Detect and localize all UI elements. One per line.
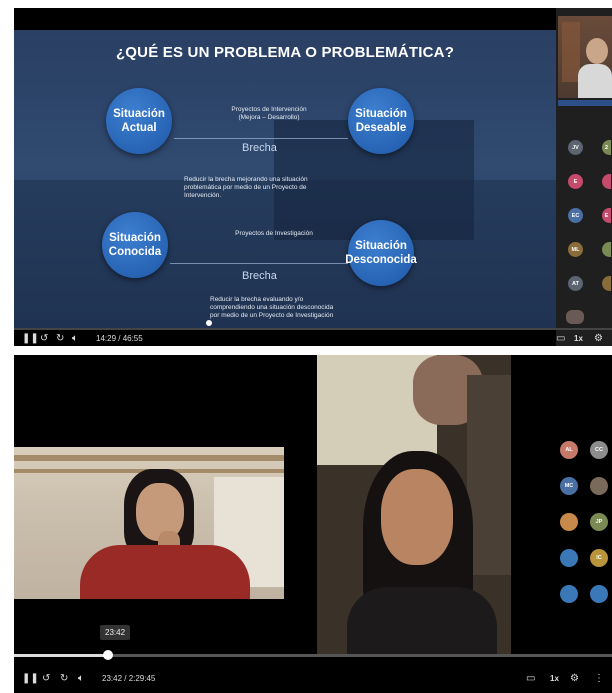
participant-avatar[interactable]: MC (560, 477, 578, 495)
top-video-player[interactable]: ¿QUÉ ES UN PROBLEMA O PROBLEMÁTICA? Situ… (14, 8, 612, 346)
participant-avatar-photo[interactable] (566, 310, 584, 324)
time-display: 23:42 / 2:29:45 (102, 674, 156, 683)
participant-avatar-photo[interactable] (560, 513, 578, 531)
slide-indicator-dot[interactable] (206, 320, 212, 326)
participant-avatar-partial[interactable]: E (602, 208, 611, 223)
participant-avatar[interactable]: JP (590, 513, 608, 531)
playback-speed[interactable]: 1x (550, 674, 559, 683)
rewind-10-icon[interactable]: ↺ (42, 673, 50, 684)
label-proyectos-investigacion: Proyectos de Investigación (235, 230, 313, 237)
speaker-shirt (578, 64, 612, 98)
circle-situacion-actual: Situación Actual (106, 88, 172, 154)
participant-avatar[interactable]: ML (568, 242, 583, 257)
volume-icon[interactable]: 🔈︎ (78, 673, 84, 684)
playback-speed[interactable]: 1x (574, 334, 583, 343)
participant-avatar-partial[interactable] (602, 276, 611, 291)
text-reducir-intervencion: Reducir la brecha mejorando una situació… (184, 176, 308, 199)
participants-panel: JV 2 E EC E ML AT (556, 8, 612, 346)
speaker-video-thumbnail[interactable] (558, 16, 612, 98)
label-brecha-bottom: Brecha (242, 270, 277, 282)
bottom-video-player[interactable]: AL CC MC JP IC 23:42 ❚❚ ↺ ↻ 🔈︎ 23:42 / 2… (14, 355, 612, 693)
background-wall-right (467, 375, 511, 575)
participant-avatar-partial[interactable] (602, 242, 611, 257)
pause-icon[interactable]: ❚❚ (22, 673, 39, 684)
text-reducir-investigacion: Reducir la brecha evaluando y/o comprend… (210, 296, 334, 319)
progress-played (14, 654, 108, 657)
volume-icon[interactable]: 🔈︎ (72, 333, 78, 344)
participant-avatar-partial[interactable]: 2 (602, 140, 611, 155)
settings-icon[interactable]: ⚙ (570, 673, 579, 684)
progress-handle[interactable] (103, 650, 113, 660)
participant-video-tile-left[interactable] (14, 447, 284, 599)
captions-icon[interactable]: ▭ (556, 333, 565, 344)
participant-avatar[interactable] (590, 585, 608, 603)
connector-line-bottom (170, 263, 348, 264)
circle-situacion-desconocida: Situación Desconocida (345, 220, 417, 286)
participant-avatar[interactable]: E (568, 174, 583, 189)
forward-10-icon[interactable]: ↻ (56, 333, 64, 344)
face (381, 469, 453, 565)
participant-avatar[interactable]: EC (568, 208, 583, 223)
rewind-10-icon[interactable]: ↺ (40, 333, 48, 344)
circle-situacion-conocida: Situación Conocida (102, 212, 168, 278)
participants-panel: AL CC MC JP IC (552, 435, 612, 625)
participant-avatar[interactable]: IC (590, 549, 608, 567)
participant-avatar[interactable]: AT (568, 276, 583, 291)
ceiling-beam (14, 455, 284, 461)
progress-track[interactable] (14, 328, 612, 330)
connector-line-top (174, 138, 348, 139)
dark-shirt (347, 587, 497, 655)
time-display: 14:29 / 46:55 (96, 334, 143, 343)
pause-icon[interactable]: ❚❚ (22, 333, 39, 344)
participant-avatar[interactable] (560, 549, 578, 567)
participant-avatar-photo[interactable] (590, 477, 608, 495)
seek-time-tooltip: 23:42 (100, 625, 131, 640)
captions-icon[interactable]: ▭ (526, 673, 535, 684)
speaker-face (586, 38, 608, 64)
forward-10-icon[interactable]: ↻ (60, 673, 68, 684)
participant-avatar-partial[interactable] (602, 174, 611, 189)
participant-video-tile-right[interactable] (317, 355, 511, 655)
label-proyectos-intervencion: Proyectos de Intervención (Mejora – Desa… (231, 106, 307, 121)
participant-avatar[interactable]: JV (568, 140, 583, 155)
participant-avatar[interactable]: CC (590, 441, 608, 459)
slide-title: ¿QUÉ ES UN PROBLEMA O PROBLEMÁTICA? (115, 44, 455, 61)
presentation-slide: ¿QUÉ ES UN PROBLEMA O PROBLEMÁTICA? Situ… (14, 30, 556, 328)
more-options-icon[interactable]: ⋮ (594, 673, 604, 684)
participant-avatar[interactable] (560, 585, 578, 603)
red-jacket (80, 545, 250, 599)
speaker-name-bar (558, 100, 612, 106)
label-brecha-top: Brecha (242, 142, 277, 154)
settings-icon[interactable]: ⚙ (594, 333, 603, 344)
participant-avatar[interactable]: AL (560, 441, 578, 459)
circle-situacion-deseable: Situación Deseable (348, 88, 414, 154)
